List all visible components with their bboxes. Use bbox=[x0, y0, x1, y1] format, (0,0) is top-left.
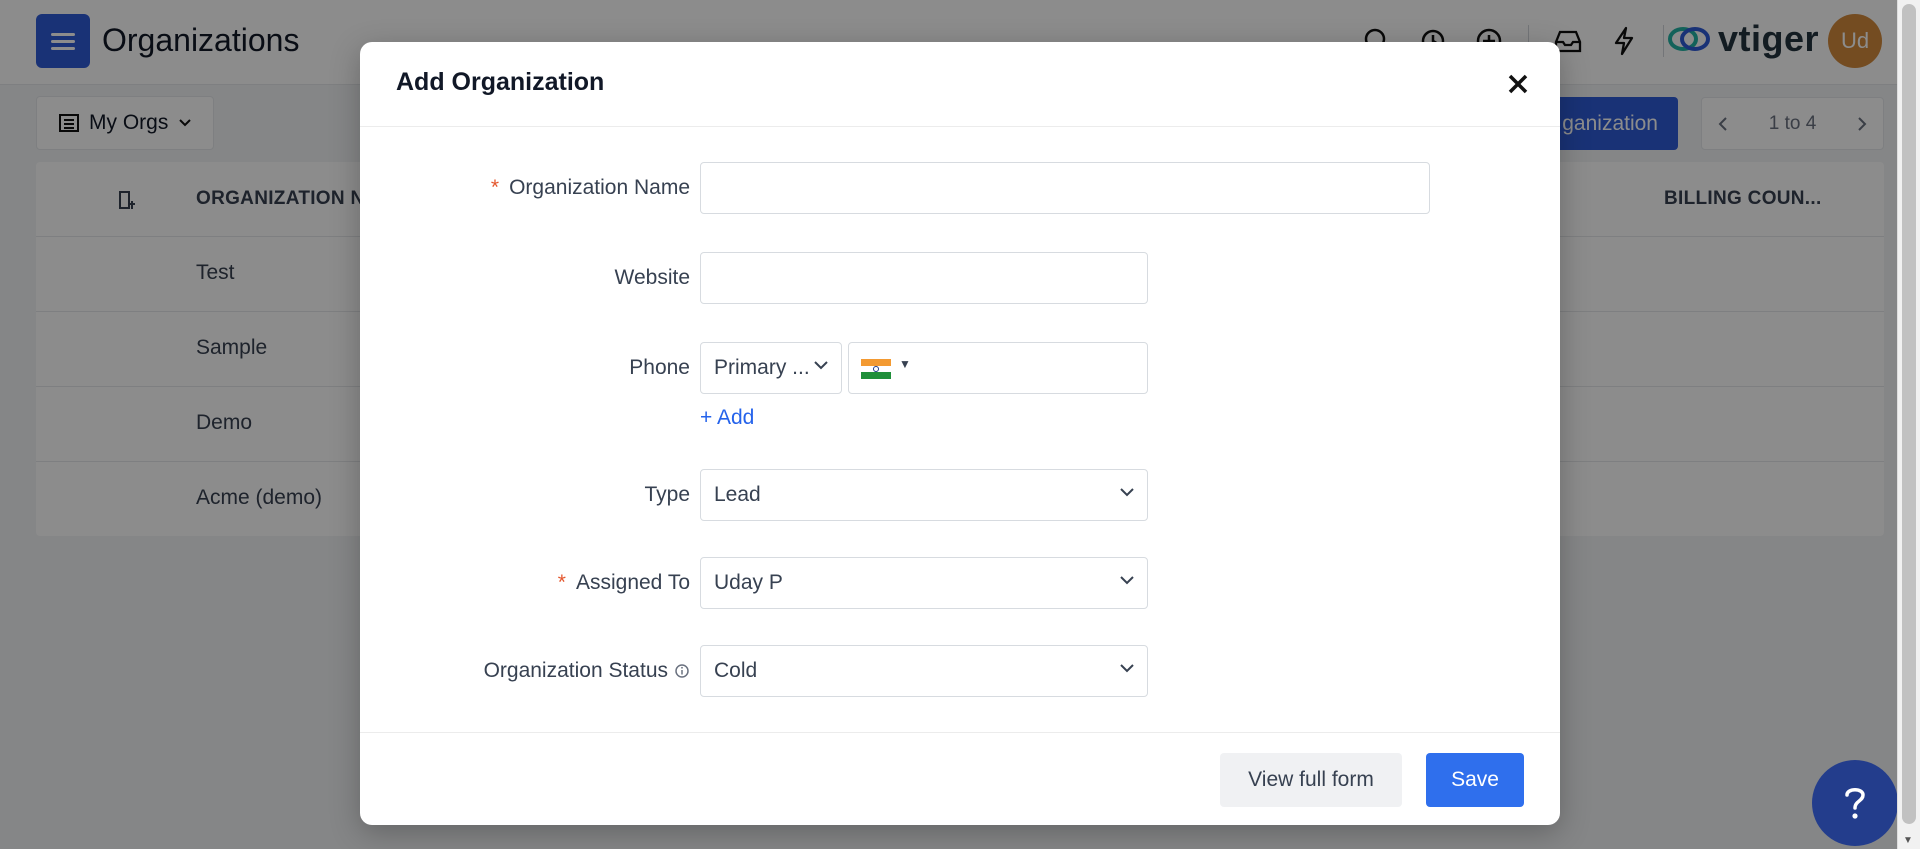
required-marker: * bbox=[490, 176, 500, 199]
type-label: Type bbox=[644, 483, 690, 506]
organization-status-value: Cold bbox=[714, 659, 758, 682]
dialog-footer: View full form Save bbox=[360, 732, 1560, 825]
organization-status-select[interactable]: Cold bbox=[700, 645, 1148, 697]
organization-status-label: Organization Status bbox=[484, 659, 690, 683]
question-icon bbox=[1845, 788, 1865, 819]
chevron-down-icon bbox=[814, 361, 828, 370]
phone-label: Phone bbox=[629, 356, 690, 379]
organization-name-label: * Organization Name bbox=[490, 176, 690, 199]
dialog-title: Add Organization bbox=[396, 68, 605, 96]
india-flag-icon[interactable] bbox=[861, 359, 891, 379]
page-scrollbar[interactable]: ▼ bbox=[1897, 0, 1920, 849]
add-phone-link[interactable]: + Add bbox=[700, 406, 754, 430]
caret-down-icon[interactable]: ▼ bbox=[899, 357, 911, 371]
view-full-form-button[interactable]: View full form bbox=[1220, 753, 1402, 807]
chevron-down-icon bbox=[1120, 488, 1134, 497]
save-button[interactable]: Save bbox=[1426, 753, 1524, 807]
phone-type-select[interactable]: Primary ... bbox=[700, 342, 842, 394]
add-organization-dialog: Add Organization * Organization Name Webs… bbox=[360, 42, 1560, 825]
chevron-down-icon bbox=[1120, 664, 1134, 673]
type-select[interactable]: Lead bbox=[700, 469, 1148, 521]
assigned-to-value: Uday P bbox=[714, 571, 783, 594]
dialog-header: Add Organization bbox=[360, 42, 1560, 127]
close-button[interactable] bbox=[1500, 66, 1536, 102]
type-value: Lead bbox=[714, 483, 761, 506]
organization-name-input[interactable] bbox=[700, 162, 1430, 214]
close-icon bbox=[1508, 74, 1528, 94]
website-label: Website bbox=[614, 266, 690, 289]
required-marker: * bbox=[557, 571, 566, 594]
assigned-to-select[interactable]: Uday P bbox=[700, 557, 1148, 609]
phone-number-input[interactable]: ▼ bbox=[848, 342, 1148, 394]
scroll-down-arrow-icon[interactable]: ▼ bbox=[1903, 835, 1913, 846]
scrollbar-thumb[interactable] bbox=[1902, 4, 1916, 824]
info-icon[interactable] bbox=[674, 663, 690, 679]
help-button[interactable] bbox=[1812, 760, 1898, 846]
assigned-to-label: * Assigned To bbox=[557, 571, 690, 594]
phone-type-value: Primary ... bbox=[714, 356, 810, 379]
website-input[interactable] bbox=[700, 252, 1148, 304]
chevron-down-icon bbox=[1120, 576, 1134, 585]
